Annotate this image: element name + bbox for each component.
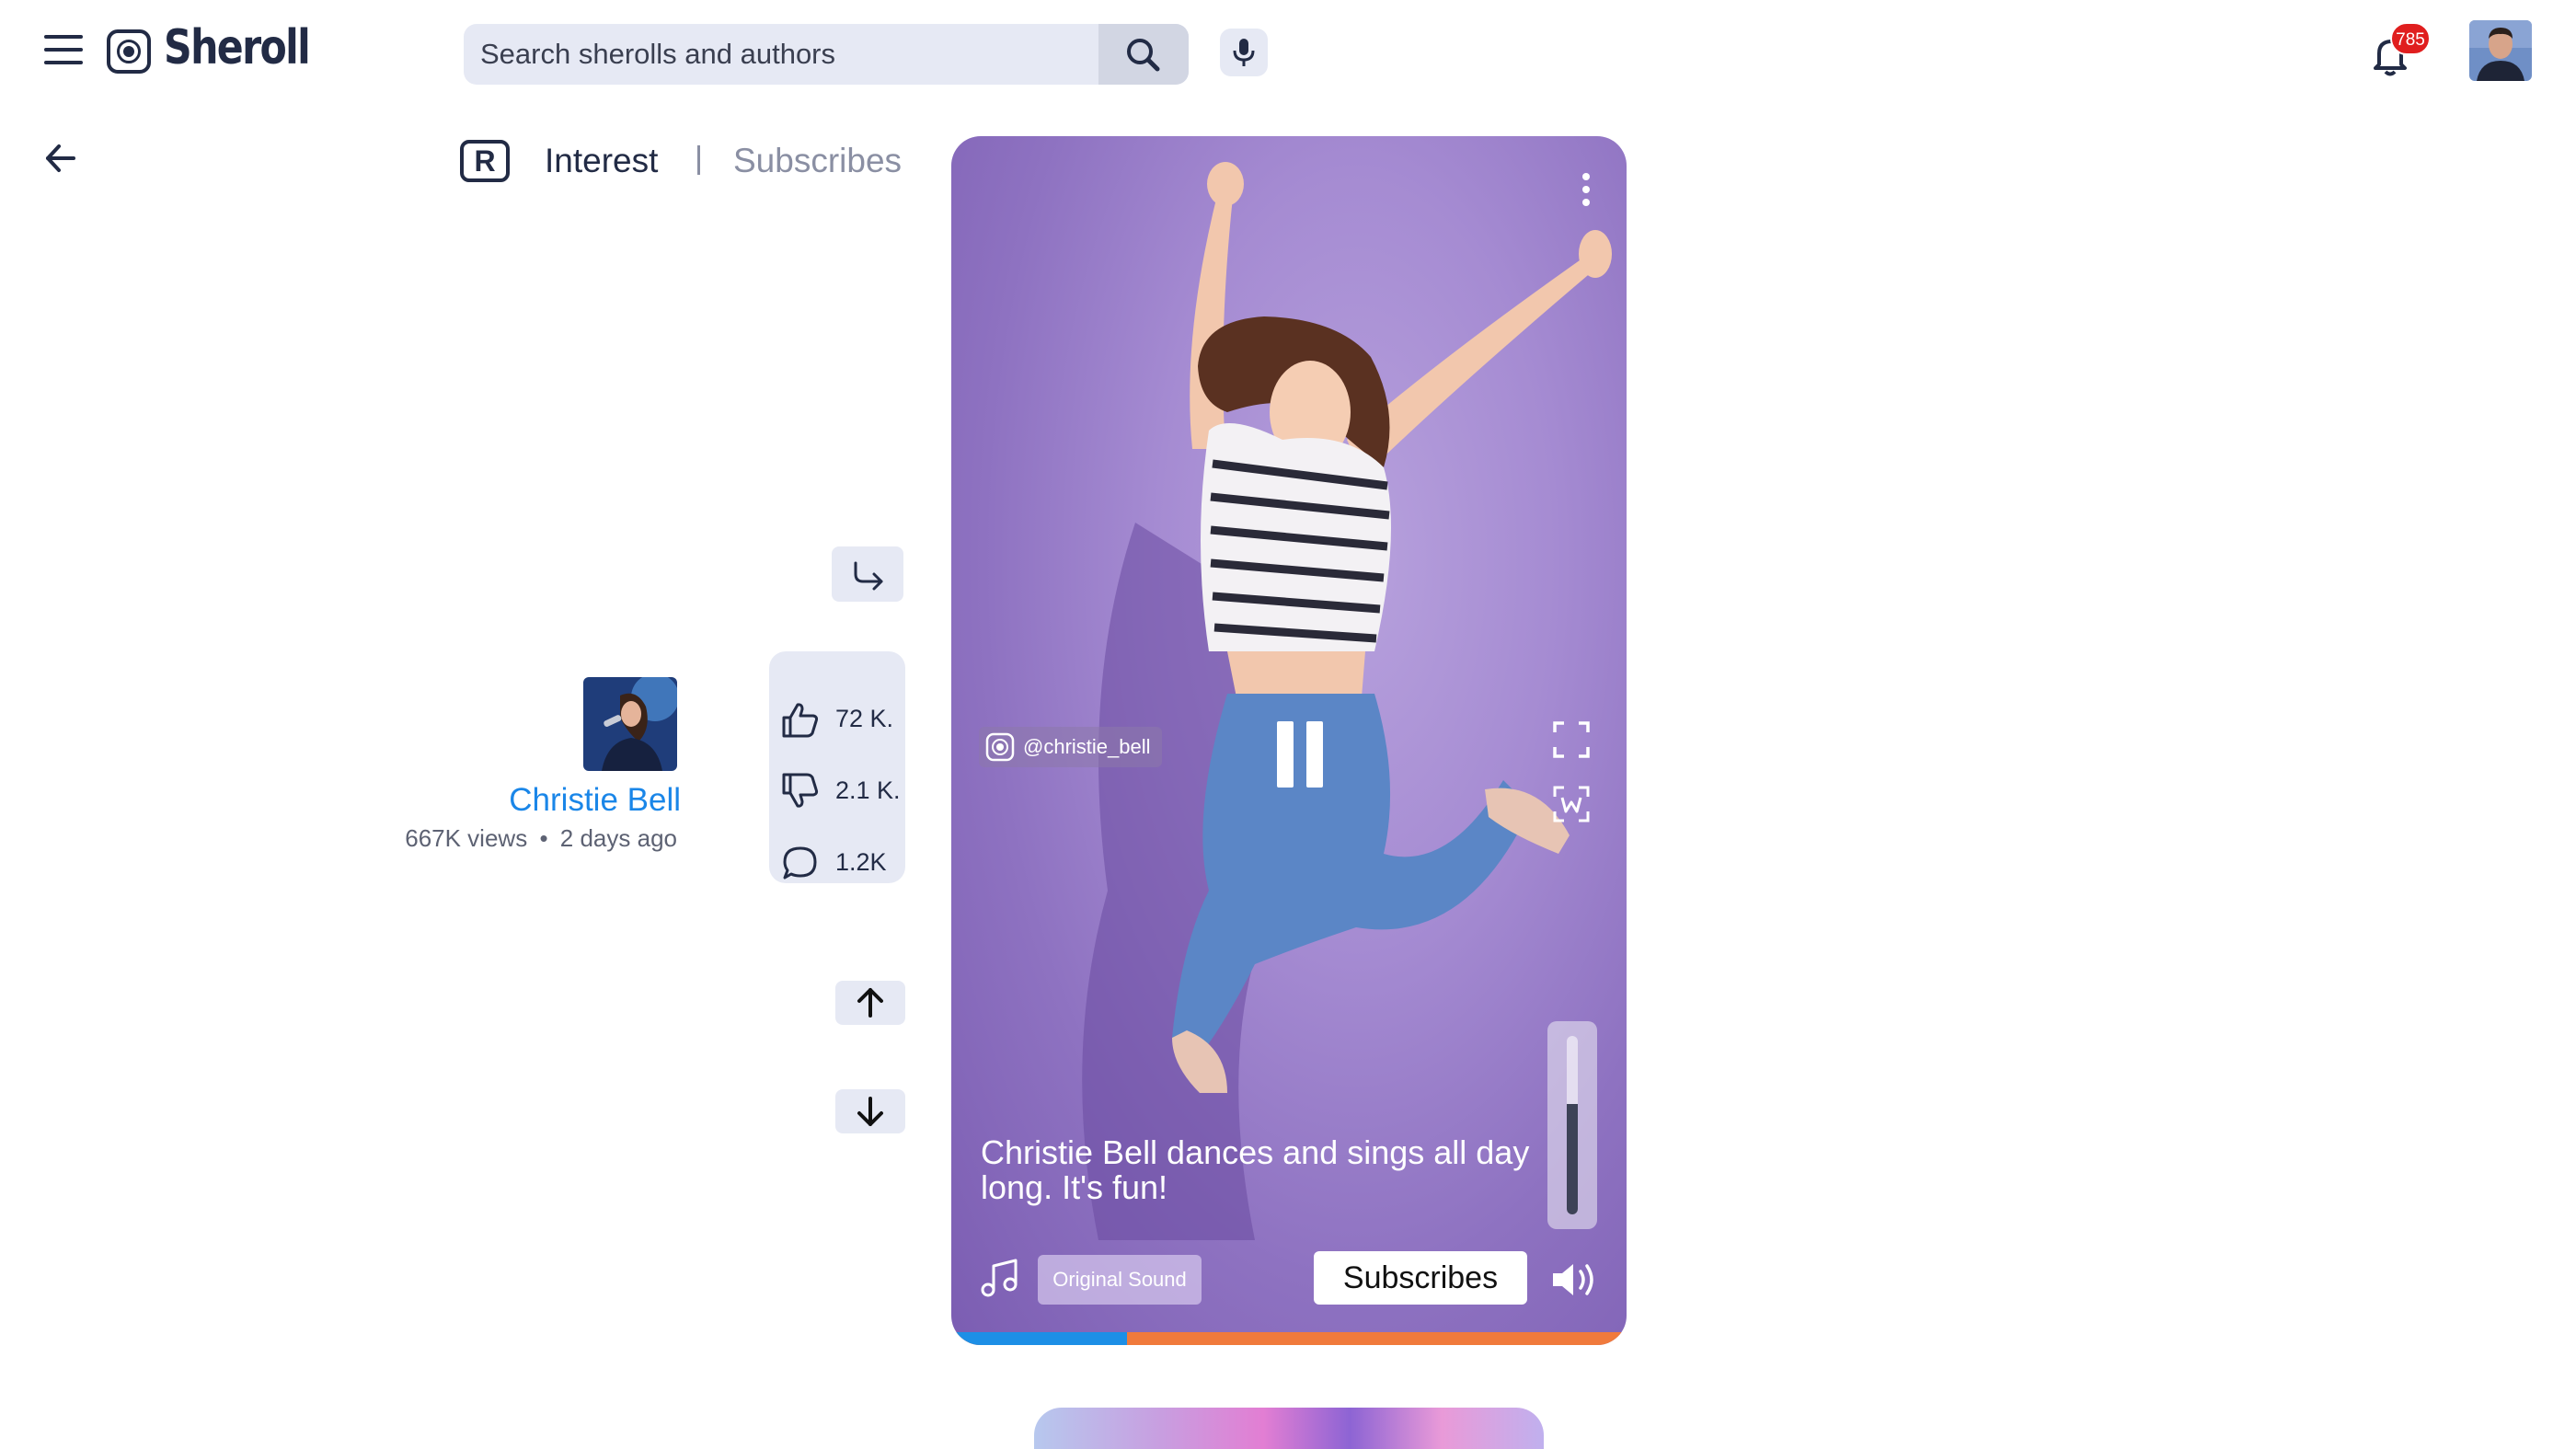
thumbs-up-icon	[782, 703, 819, 738]
fullscreen-button[interactable]	[1551, 719, 1592, 760]
brand-name[interactable]: Sheroll	[164, 20, 311, 75]
arrow-up-icon	[857, 988, 883, 1018]
next-video-button[interactable]	[835, 1089, 905, 1133]
search-bar	[464, 24, 1189, 85]
watermark-icon	[1553, 786, 1590, 822]
video-more-button[interactable]	[1573, 167, 1599, 213]
search-button[interactable]	[1098, 24, 1189, 85]
tab-interest[interactable]: Interest	[545, 142, 658, 180]
reactions-panel: 72 K. 2.1 K. 1.2K	[769, 651, 905, 883]
original-sound-chip[interactable]: Original Sound	[1038, 1255, 1202, 1305]
back-button[interactable]	[40, 138, 81, 178]
mic-icon	[1233, 39, 1255, 66]
dislike-button[interactable]: 2.1 K.	[780, 762, 901, 817]
volume-level	[1567, 1104, 1578, 1214]
user-avatar[interactable]	[2469, 20, 2532, 81]
back-arrow-icon	[46, 144, 75, 172]
like-button[interactable]: 72 K.	[780, 690, 900, 745]
r-badge-icon: R	[460, 140, 510, 182]
watch-mode-button[interactable]	[1551, 784, 1592, 824]
comment-count: 1.2K	[835, 848, 887, 876]
next-video-preview[interactable]	[1034, 1408, 1544, 1449]
arrow-down-icon	[857, 1097, 883, 1126]
volume-slider[interactable]	[1547, 1021, 1597, 1229]
thumbs-down-icon	[782, 773, 819, 808]
author-avatar[interactable]	[583, 677, 677, 771]
search-icon	[1127, 39, 1160, 72]
volume-icon	[1553, 1264, 1593, 1295]
menu-button[interactable]	[40, 31, 85, 68]
notification-count-badge: 785	[2390, 22, 2431, 55]
comment-icon	[783, 846, 817, 880]
author-handle: @christie_bell	[1023, 735, 1151, 758]
share-icon	[854, 561, 883, 591]
tab-divider	[697, 145, 700, 175]
video-caption: Christie Bell dances and sings all day l…	[981, 1133, 1530, 1206]
posted-time: 2 days ago	[559, 824, 677, 852]
sheroll-logo-icon[interactable]	[107, 29, 151, 74]
pause-icon	[1277, 721, 1294, 788]
pause-button[interactable]	[1273, 721, 1328, 795]
subscribe-button[interactable]: Subscribes	[1314, 1251, 1527, 1305]
voice-search-button[interactable]	[1220, 29, 1268, 76]
comment-button[interactable]: 1.2K	[780, 834, 900, 889]
menu-icon	[44, 35, 83, 39]
author-name[interactable]: Christie Bell	[460, 782, 681, 819]
like-count: 72 K.	[835, 705, 894, 732]
video-meta: 667K views • 2 days ago	[368, 824, 677, 853]
fullscreen-icon	[1553, 721, 1590, 758]
search-input[interactable]	[480, 24, 1115, 85]
dislike-count: 2.1 K.	[835, 776, 901, 804]
video-progress-played	[951, 1332, 1127, 1345]
video-player[interactable]: @christie_bell Christie Bell dances and …	[951, 136, 1627, 1345]
sheroll-logo-icon	[985, 732, 1015, 762]
tab-subscribes[interactable]: Subscribes	[733, 142, 902, 180]
share-button[interactable]	[832, 546, 903, 602]
meta-separator: •	[539, 824, 548, 852]
more-vertical-icon	[1582, 173, 1590, 206]
author-handle-chip[interactable]: @christie_bell	[979, 727, 1162, 767]
mute-button[interactable]	[1547, 1257, 1601, 1303]
previous-video-button[interactable]	[835, 981, 905, 1025]
music-note-icon	[977, 1255, 1023, 1301]
video-progress-bar[interactable]	[951, 1332, 1627, 1345]
view-count: 667K views	[405, 824, 528, 852]
